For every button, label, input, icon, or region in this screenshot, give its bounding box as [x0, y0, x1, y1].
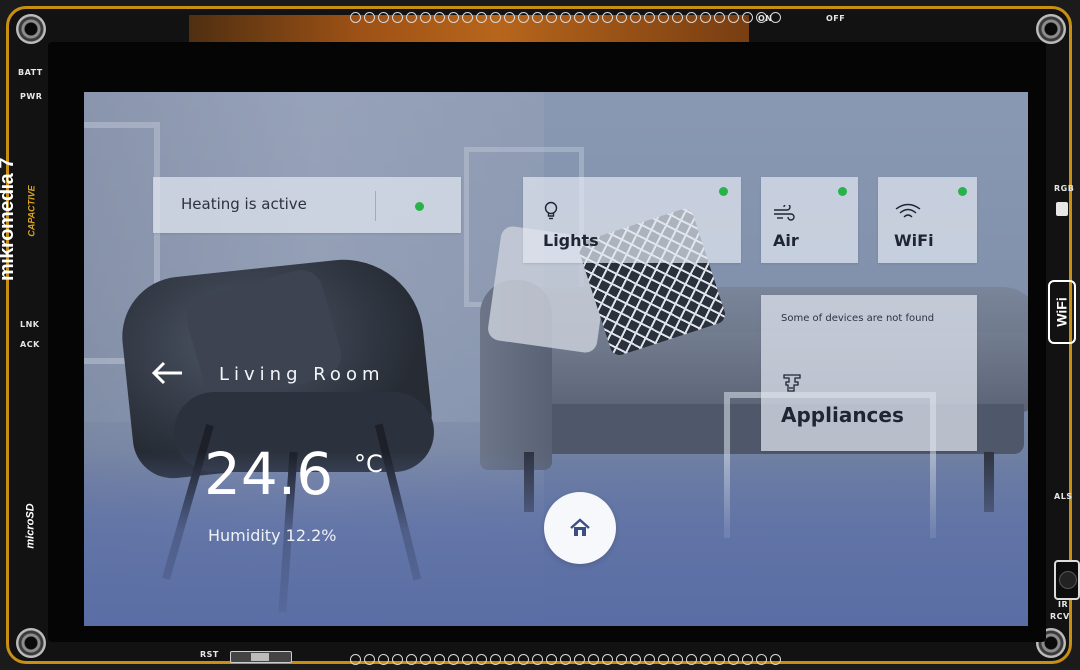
appliance-icon	[783, 374, 801, 392]
air-tile[interactable]: Air	[761, 177, 858, 263]
wifi-icon	[895, 203, 921, 218]
wifi-tile[interactable]: WiFi	[878, 177, 977, 263]
lights-tile[interactable]: Lights	[523, 177, 741, 263]
card-divider	[375, 191, 376, 221]
pin-header-top	[350, 12, 781, 24]
appliances-card[interactable]: Some of devices are not found Appliances	[761, 295, 977, 451]
mount-hole-icon	[1036, 14, 1066, 44]
back-arrow-glyph	[151, 361, 182, 385]
touch-screen[interactable]: Heating is active Lights Air WiFi Some o…	[84, 92, 1028, 626]
temperature-value: 24.6	[204, 440, 334, 508]
mount-hole-icon	[16, 14, 46, 44]
heating-status-text: Heating is active	[181, 195, 307, 213]
brand-logo: mikromedia 7	[0, 158, 18, 281]
ack-label: ACK	[20, 340, 40, 349]
room-title: Living Room	[219, 364, 385, 385]
wifi-logo-text: WiFi	[1054, 297, 1071, 327]
switch-on-label: ON	[758, 14, 773, 23]
rcv-label: RCV	[1050, 612, 1070, 621]
lnk-label: LNK	[20, 320, 40, 329]
air-status-indicator	[838, 187, 847, 196]
pwr-label: PWR	[20, 92, 43, 101]
back-arrow-icon[interactable]	[150, 360, 184, 386]
brand-subtitle: CAPACTIVE	[26, 185, 37, 237]
rgb-label: RGB	[1054, 184, 1075, 193]
air-label: Air	[773, 231, 799, 250]
temperature-unit: °C	[354, 450, 383, 478]
lightbulb-icon	[544, 201, 558, 220]
air-flow-icon	[774, 205, 795, 221]
microsd-label: microSD	[24, 503, 37, 549]
appliances-label: Appliances	[781, 403, 904, 427]
ir-sensor	[1054, 560, 1080, 600]
batt-label: BATT	[18, 68, 43, 77]
ir-label: IR	[1058, 600, 1069, 609]
switch-off-label: OFF	[826, 14, 846, 23]
mount-hole-icon	[16, 628, 46, 658]
pin-header-bottom	[350, 654, 781, 666]
wifi-status-indicator	[958, 187, 967, 196]
rgb-led	[1056, 202, 1068, 216]
appliances-notice: Some of devices are not found	[781, 313, 935, 324]
rst-label: RST	[200, 650, 219, 659]
heating-status-indicator	[415, 202, 424, 211]
home-icon	[570, 518, 590, 536]
wifi-logo: WiFi	[1048, 280, 1076, 344]
heating-status-card[interactable]: Heating is active	[153, 177, 461, 233]
wifi-label: WiFi	[894, 231, 934, 250]
lights-status-indicator	[719, 187, 728, 196]
lights-label: Lights	[543, 231, 599, 250]
reset-switch[interactable]	[230, 651, 292, 663]
home-button[interactable]	[544, 492, 616, 564]
als-label: ALS	[1054, 492, 1073, 501]
humidity-value: Humidity 12.2%	[208, 526, 337, 545]
